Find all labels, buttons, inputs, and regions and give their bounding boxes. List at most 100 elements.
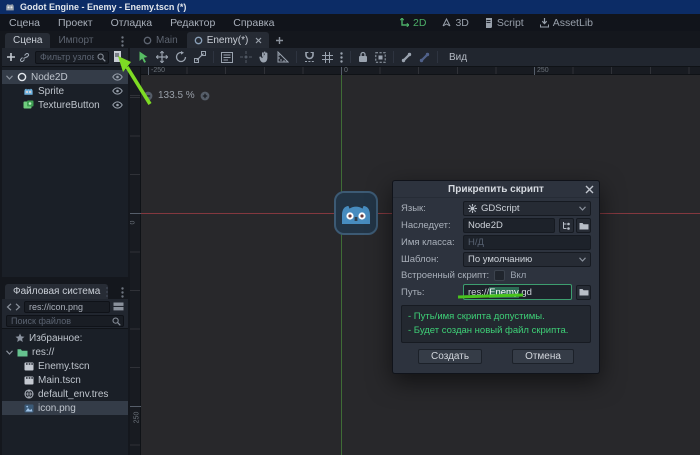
browse-path-button[interactable] [576,285,591,300]
bone-icon[interactable] [401,52,412,63]
visibility-eye-icon[interactable] [112,73,123,81]
filesystem-nav: res://icon.png [2,299,128,314]
zoom-level[interactable]: 133.5 % [158,90,195,101]
message-line: - Путь/имя скрипта допустимы. [408,310,584,324]
workspace-script-button[interactable]: Script [485,17,524,29]
list-select-icon[interactable] [221,52,233,63]
window-titlebar: Godot Engine - Enemy - Enemy.tscn (*) [0,0,700,14]
group-icon[interactable] [375,52,386,63]
menu-scene[interactable]: Сцена [0,17,49,29]
move-tool-icon[interactable] [156,51,168,63]
scene-tab-strip: Main Enemy(*) [130,31,700,48]
instance-scene-button[interactable] [20,53,31,62]
node-filter [35,51,109,64]
select-tool-icon[interactable] [138,51,149,63]
snap-options-menu-icon[interactable] [340,52,343,63]
lock-icon[interactable] [358,51,368,63]
res-root-row[interactable]: res:// [2,345,128,359]
menu-debug[interactable]: Отладка [102,17,162,29]
menu-help[interactable]: Справка [224,17,283,29]
script-path-input[interactable]: res://Enemy.gd [463,284,572,300]
scene-dock-tabs: Сцена Импорт [2,32,128,48]
ruler-label: -250 [151,67,165,75]
smart-snap-icon[interactable] [304,52,315,63]
ruler-tool-icon[interactable] [277,51,289,63]
dialog-title: Прикрепить скрипт [448,184,544,195]
dock-menu-icon[interactable] [121,36,124,47]
toolbar-separator [296,51,297,63]
menubar: Сцена Проект Отладка Редактор Справка 2D… [0,14,700,31]
builtin-script-checkbox[interactable] [494,270,505,281]
zoom-out-icon[interactable] [143,91,153,101]
dock-splitter-grip[interactable] [106,287,108,297]
workspace-assetlib-button[interactable]: AssetLib [540,17,593,29]
tab-filesystem[interactable]: Файловая система [5,284,108,299]
view-menu-button[interactable]: Вид [449,52,467,63]
template-dropdown[interactable]: По умолчанию [463,252,591,267]
browse-class-button[interactable] [576,218,591,233]
menu-editor[interactable]: Редактор [161,17,224,29]
horizontal-ruler: -250 0 250 [141,67,700,75]
zoom-in-icon[interactable] [200,91,210,101]
godot-logo-icon [5,2,15,12]
workspace-3d-button[interactable]: 3D [442,17,468,29]
file-row-default-env[interactable]: default_env.tres [2,387,128,401]
godot-icon-sprite[interactable] [334,191,378,235]
attach-script-button[interactable] [113,51,124,63]
add-node-button[interactable] [6,52,16,62]
scene-tab-enemy[interactable]: Enemy(*) [187,32,270,48]
filesystem-dock-tabs: Файловая система [2,283,128,299]
scene-dock: Сцена Импорт Node2D Sprite [2,32,128,277]
dialog-titlebar[interactable]: Прикрепить скрипт [393,181,599,198]
tree-node-texturebutton[interactable]: TextureButton [2,98,128,112]
toolbar-separator [213,51,214,63]
pan-tool-icon[interactable] [259,51,270,63]
file-row-main-tscn[interactable]: Main.tscn [2,373,128,387]
chevron-down-icon[interactable] [6,75,13,80]
visibility-eye-icon[interactable] [112,87,123,95]
close-tab-icon[interactable] [255,37,262,44]
pivot-tool-icon[interactable] [240,51,252,63]
toolbar-separator [350,51,351,63]
filesystem-search [2,314,128,329]
tab-import[interactable]: Импорт [50,33,101,48]
display-mode-toggle-icon[interactable] [113,302,124,311]
template-label: Шаблон: [401,254,459,265]
favorites-row[interactable]: Избранное: [2,331,128,345]
chevron-down-icon[interactable] [6,350,13,355]
ruler-label: 0 [344,67,348,75]
file-row-enemy-tscn[interactable]: Enemy.tscn [2,359,128,373]
close-icon[interactable] [585,185,594,194]
menu-project[interactable]: Проект [49,17,102,29]
pick-node-button[interactable] [559,218,574,233]
grid-snap-icon[interactable] [322,52,333,63]
texturebutton-icon [23,100,34,110]
create-button[interactable]: Создать [418,349,482,364]
class-name-input[interactable] [463,235,591,250]
ruler-label: 250 [537,67,549,75]
current-path: res://icon.png [24,301,110,313]
scene-tab-main[interactable]: Main [136,32,185,48]
language-dropdown[interactable]: GDScript [463,201,591,216]
workspace-switcher: 2D 3D Script AssetLib [400,14,593,31]
new-scene-tab-button[interactable] [275,36,284,45]
tab-scene[interactable]: Сцена [5,33,50,48]
visibility-eye-icon[interactable] [112,101,123,109]
forward-icon[interactable] [15,303,21,311]
inherits-input[interactable] [463,218,555,233]
dock-menu-icon[interactable] [121,287,124,298]
tree-node-node2d[interactable]: Node2D [2,70,128,84]
language-label: Язык: [401,203,459,214]
back-icon[interactable] [6,303,12,311]
window-title: Godot Engine - Enemy - Enemy.tscn (*) [20,2,186,12]
tree-node-sprite[interactable]: Sprite [2,84,128,98]
rotate-tool-icon[interactable] [175,51,187,63]
workspace-2d-button[interactable]: 2D [400,17,426,29]
image-file-icon [24,404,34,413]
file-row-icon-png[interactable]: icon.png [2,401,128,415]
ik-chain-icon[interactable] [419,52,430,63]
file-search-input[interactable] [6,315,124,327]
scale-tool-icon[interactable] [194,51,206,63]
cancel-button[interactable]: Отмена [512,349,574,364]
scene-file-icon [24,376,34,385]
